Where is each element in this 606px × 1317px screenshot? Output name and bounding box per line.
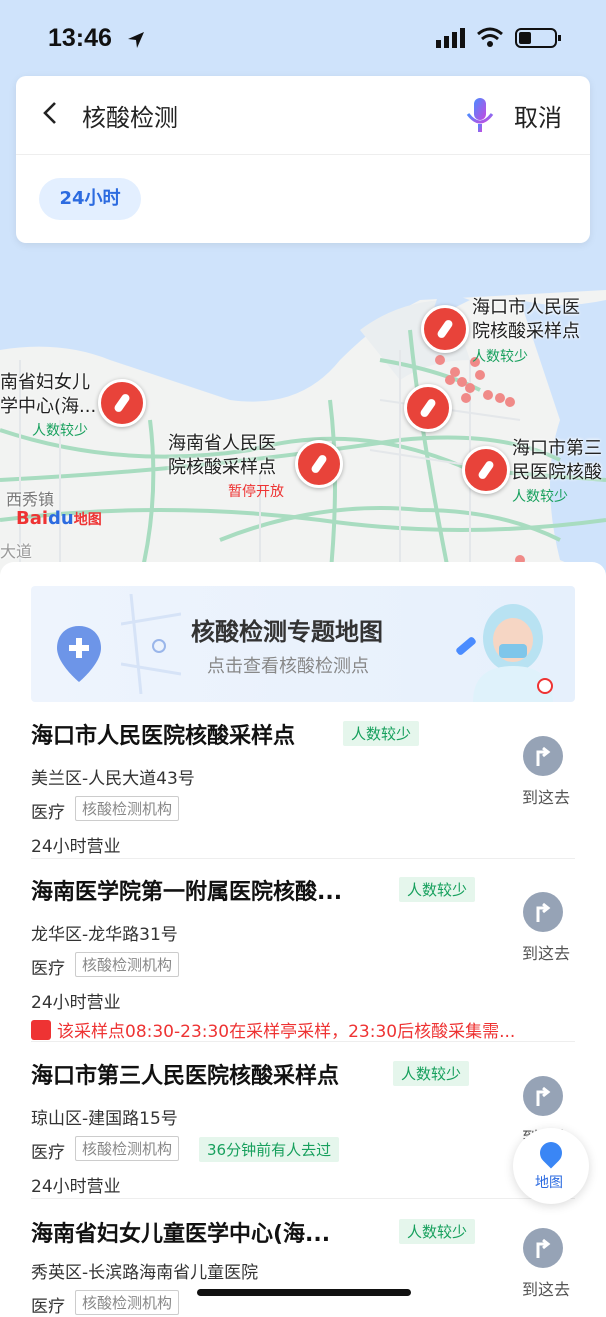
map-pin-1[interactable] <box>421 305 469 353</box>
test-tube-icon <box>114 394 130 412</box>
home-indicator[interactable] <box>197 1289 411 1296</box>
status-time: 13:46 <box>48 24 112 52</box>
status-icons <box>436 26 566 54</box>
map-pin-5[interactable] <box>462 446 510 494</box>
crowd-badge: 人数较少 <box>399 877 476 902</box>
result-address: 琼山区-建国路15号 <box>31 1109 178 1129</box>
pin-sub: 暂停开放 <box>228 484 284 500</box>
directions-label[interactable]: 到这去 <box>522 1276 570 1300</box>
search-card: 核酸检测 取消 24小时 <box>16 76 590 243</box>
map-pin-4[interactable] <box>295 440 343 488</box>
result-category: 医疗 <box>31 803 65 823</box>
pin-label-line1: 海南省人民医 <box>168 433 276 454</box>
directions-button[interactable] <box>523 736 563 776</box>
cancel-button[interactable]: 取消 <box>514 98 562 133</box>
map-place-label: 大道 <box>0 542 33 561</box>
turn-arrow-icon <box>536 1086 551 1106</box>
pin-sub: 人数较少 <box>472 349 528 365</box>
map-toggle-label: 地图 <box>535 1175 563 1191</box>
notice-text: 该采样点08:30-23:30在采样亭采样，23:30后核酸采集需... <box>57 1022 516 1042</box>
speaker-icon <box>31 1020 51 1040</box>
logo-paw: du <box>48 508 74 529</box>
result-notice: 该采样点08:30-23:30在采样亭采样，23:30后核酸采集需... <box>31 1017 515 1042</box>
banner-title: 核酸检测专题地图 <box>191 618 383 646</box>
turn-arrow-icon <box>536 1238 551 1258</box>
test-tube-icon <box>437 320 453 338</box>
result-hours: 24小时营业 <box>31 1177 121 1197</box>
map-pin-icon <box>535 1137 567 1169</box>
result-item[interactable]: 海口市第三人民医院核酸采样点 人数较少 琼山区-建国路15号 医疗 核酸检测机构… <box>31 1058 575 1198</box>
divider <box>31 858 575 859</box>
result-address: 龙华区-龙华路31号 <box>31 925 178 945</box>
directions-button[interactable] <box>523 892 563 932</box>
result-name[interactable]: 海口市第三人民医院核酸采样点 <box>31 1058 339 1090</box>
directions-label[interactable]: 到这去 <box>522 940 570 964</box>
test-tube-icon <box>311 455 327 473</box>
map-pin-2[interactable] <box>98 379 146 427</box>
category-tag: 核酸检测机构 <box>75 952 180 977</box>
pin-label-line1: 海口市第三 <box>512 438 602 459</box>
visit-tag: 36分钟前有人去过 <box>199 1137 340 1162</box>
category-tag: 核酸检测机构 <box>75 796 180 821</box>
result-address: 美兰区-人民大道43号 <box>31 769 195 789</box>
result-category: 医疗 <box>31 1297 65 1317</box>
map-grid-decor <box>121 594 181 694</box>
divider <box>16 154 590 155</box>
status-bar: 13:46 <box>0 0 606 76</box>
microphone-icon[interactable] <box>464 96 496 134</box>
topic-map-banner[interactable]: 核酸检测专题地图 点击查看核酸检测点 <box>31 586 575 702</box>
pin-label-line1: 南省妇女儿 <box>0 372 90 393</box>
result-item[interactable]: 海南医学院第一附属医院核酸... 人数较少 龙华区-龙华路31号 医疗 核酸检测… <box>31 874 575 1042</box>
test-tube-icon <box>420 399 436 417</box>
location-arrow-icon <box>128 32 144 48</box>
crowd-badge: 人数较少 <box>343 721 420 746</box>
search-query[interactable]: 核酸检测 <box>82 98 178 133</box>
map-pin-icon <box>57 626 101 682</box>
result-item[interactable]: 海南省妇女儿童医学中心(海... 人数较少 秀英区-长滨路海南省儿童医院 医疗 … <box>31 1216 575 1317</box>
turn-arrow-icon <box>536 902 551 922</box>
logo-text: Bai <box>16 508 49 529</box>
results-sheet: 核酸检测专题地图 点击查看核酸检测点 海口市人民医院核酸采样点 人数较少 美兰区… <box>0 562 606 1317</box>
directions-button[interactable] <box>523 1228 563 1268</box>
divider <box>31 1198 575 1199</box>
result-name[interactable]: 海口市人民医院核酸采样点 <box>31 718 295 750</box>
pin-label-line2: 院核酸采样点 <box>472 321 580 342</box>
doctor-illustration <box>456 604 553 702</box>
result-hours: 24小时营业 <box>31 993 121 1013</box>
pin-label-line2: 学中心(海... <box>0 396 97 417</box>
result-name[interactable]: 海南省妇女儿童医学中心(海... <box>31 1216 330 1248</box>
pin-label-line1: 海口市人民医 <box>472 297 580 318</box>
result-address: 秀英区-长滨路海南省儿童医院 <box>31 1263 259 1283</box>
signal-wifi-battery-icon <box>436 27 561 48</box>
map-pin-3[interactable] <box>404 384 452 432</box>
result-category: 医疗 <box>31 959 65 979</box>
directions-button[interactable] <box>523 1076 563 1116</box>
turn-arrow-icon <box>536 746 551 766</box>
pin-label-line2: 民医院核酸 <box>512 462 602 483</box>
result-hours: 24小时营业 <box>31 837 121 857</box>
crowd-badge: 人数较少 <box>393 1061 470 1086</box>
divider <box>31 1041 575 1042</box>
baidu-map-logo: Baidu地图 <box>16 508 102 529</box>
pin-label-line2: 院核酸采样点 <box>168 457 276 478</box>
logo-suffix: 地图 <box>73 512 102 528</box>
back-arrow-icon[interactable] <box>38 100 64 126</box>
result-category: 医疗 <box>31 1143 65 1163</box>
filter-chip-24h[interactable]: 24小时 <box>39 178 141 220</box>
directions-label[interactable]: 到这去 <box>522 784 570 808</box>
category-tag: 核酸检测机构 <box>75 1290 180 1315</box>
crowd-badge: 人数较少 <box>399 1219 476 1244</box>
category-tag: 核酸检测机构 <box>75 1136 180 1161</box>
test-tube-icon <box>478 461 494 479</box>
result-item[interactable]: 海口市人民医院核酸采样点 人数较少 美兰区-人民大道43号 医疗 核酸检测机构 … <box>31 718 575 858</box>
result-name[interactable]: 海南医学院第一附属医院核酸... <box>31 874 342 906</box>
pin-sub: 人数较少 <box>32 423 88 439</box>
banner-subtitle: 点击查看核酸检测点 <box>207 656 369 677</box>
map-toggle-button[interactable]: 地图 <box>513 1128 589 1204</box>
pin-sub: 人数较少 <box>512 489 568 505</box>
